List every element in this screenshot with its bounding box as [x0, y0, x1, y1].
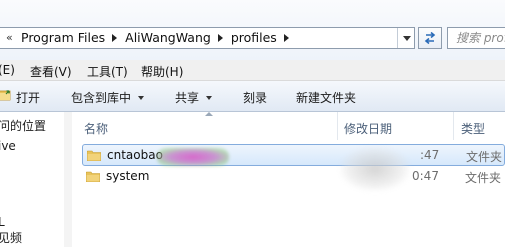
- folder-icon: [86, 171, 100, 182]
- new-folder-label: 新建文件夹: [296, 91, 357, 105]
- breadcrumb-separator-icon[interactable]: [112, 33, 118, 42]
- chevron-down-icon: [402, 35, 411, 41]
- redaction-blur: [340, 147, 410, 191]
- file-modified: :47: [420, 148, 440, 162]
- nav-item-videos[interactable]: 见频: [0, 229, 22, 246]
- file-modified: 0:47: [412, 169, 439, 183]
- new-folder-button[interactable]: 新建文件夹: [296, 89, 356, 106]
- address-overflow-chevron-icon[interactable]: «: [6, 31, 13, 44]
- navigation-pane-scrollbar[interactable]: [64, 112, 72, 247]
- sort-indicator-icon: [205, 112, 213, 116]
- burn-label: 刻录: [243, 91, 268, 105]
- share-button[interactable]: 共享: [175, 89, 213, 106]
- breadcrumb-aliwangwang[interactable]: AliWangWang: [125, 30, 211, 45]
- chevron-down-icon: [206, 95, 213, 100]
- command-bar: 打开 包含到库中 共享 刻录 新建文件夹: [0, 81, 505, 112]
- column-divider[interactable]: [337, 112, 338, 140]
- menu-bar: (E) 查看(V) 工具(T) 帮助(H): [0, 60, 505, 81]
- column-header-type[interactable]: 类型: [461, 120, 485, 137]
- file-name: system: [106, 169, 150, 183]
- nav-item-drive[interactable]: ive: [0, 139, 16, 153]
- breadcrumb-profiles[interactable]: profiles: [231, 30, 277, 45]
- address-bar[interactable]: « Program Files AliWangWang profiles: [0, 27, 415, 49]
- folder-icon: [87, 150, 101, 161]
- file-row-cntaobao[interactable]: cntaobao :47 文件夹: [82, 144, 505, 166]
- navigation-bar: « Program Files AliWangWang profiles: [0, 0, 505, 60]
- share-label: 共享: [175, 91, 200, 105]
- file-row-system[interactable]: system 0:47 文件夹: [82, 166, 505, 188]
- menu-tools[interactable]: 工具(T): [87, 63, 128, 80]
- menu-view[interactable]: 查看(V): [30, 63, 72, 80]
- breadcrumb-separator-icon[interactable]: [283, 33, 289, 42]
- refresh-icon: [424, 31, 436, 45]
- file-type: 文件夹: [465, 171, 502, 185]
- column-header-modified[interactable]: 修改日期: [344, 120, 392, 137]
- include-in-library-button[interactable]: 包含到库中: [71, 89, 145, 106]
- nav-item-fragment[interactable]: L: [0, 215, 5, 229]
- open-button-label: 打开: [16, 91, 41, 105]
- file-name: cntaobao: [107, 148, 163, 162]
- file-type: 文件夹: [466, 150, 503, 164]
- menu-edit[interactable]: (E): [0, 63, 15, 77]
- navigation-pane: 问的位置 ive L 见频: [0, 112, 65, 247]
- search-input[interactable]: [448, 29, 505, 47]
- nav-item-recent-places[interactable]: 问的位置: [0, 117, 46, 134]
- redaction-blur: [157, 148, 229, 166]
- open-icon: [0, 90, 11, 101]
- address-history-dropdown[interactable]: [397, 28, 415, 48]
- chevron-down-icon: [138, 95, 145, 100]
- column-divider[interactable]: [453, 112, 454, 140]
- burn-button[interactable]: 刻录: [243, 89, 267, 106]
- include-in-library-label: 包含到库中: [71, 91, 132, 105]
- breadcrumb-separator-icon[interactable]: [217, 33, 223, 42]
- open-button[interactable]: 打开: [16, 89, 40, 106]
- refresh-button[interactable]: [418, 27, 442, 49]
- menu-help[interactable]: 帮助(H): [141, 63, 183, 80]
- breadcrumb: Program Files AliWangWang profiles: [21, 30, 297, 45]
- column-header-name[interactable]: 名称: [84, 120, 108, 137]
- breadcrumb-program-files[interactable]: Program Files: [21, 30, 105, 45]
- file-list: 名称 修改日期 类型 cntaobao :47 文件夹 system 0:47 …: [73, 112, 505, 247]
- search-box[interactable]: [447, 27, 505, 49]
